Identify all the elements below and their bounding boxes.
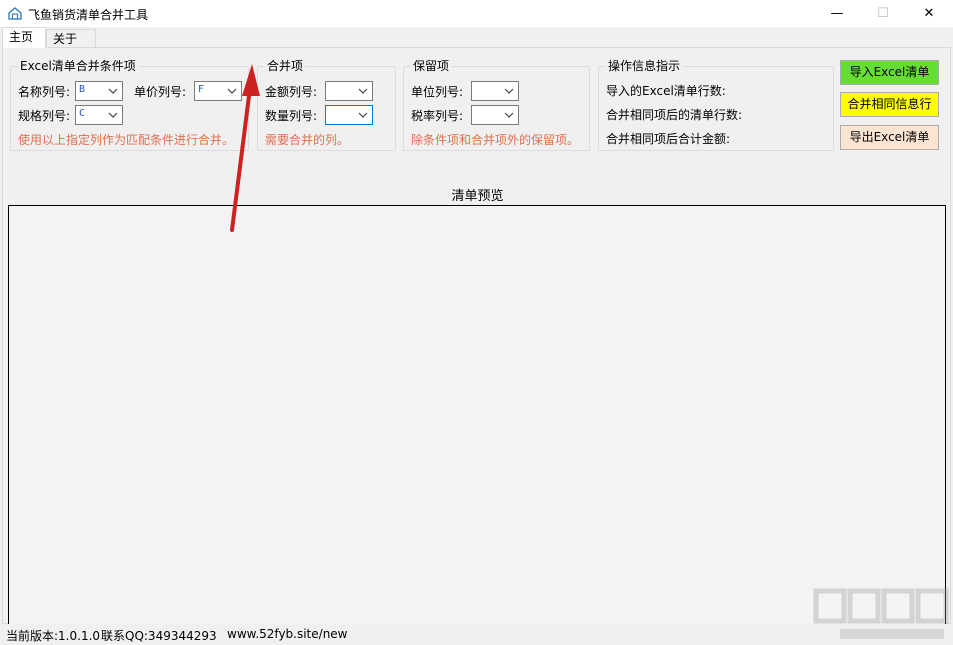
amount-col-label: 金额列号:: [265, 83, 317, 100]
tax-col-select[interactable]: [471, 105, 519, 125]
title-bar: 飞鱼销货清单合并工具 — ☐ ✕: [0, 0, 953, 27]
qty-col-select[interactable]: [325, 105, 373, 125]
qty-col-label: 数量列号:: [265, 107, 317, 124]
qq-text: 联系QQ:349344293: [101, 627, 217, 644]
spec-col-label: 规格列号:: [18, 107, 70, 124]
match-hint: 使用以上指定列作为匹配条件进行合并。: [18, 131, 234, 148]
chevron-down-icon: [108, 109, 118, 121]
version-text: 当前版本:1.0.1.0: [6, 627, 100, 644]
name-col-label: 名称列号:: [18, 83, 70, 100]
home-tab-panel: Excel清单合并条件项 名称列号: B 单价列号: F 规格列号: C 使用以…: [2, 47, 951, 624]
imported-rows-label: 导入的Excel清单行数:: [606, 82, 726, 99]
import-excel-button[interactable]: 导入Excel清单: [840, 60, 939, 85]
spec-col-select[interactable]: C: [75, 105, 123, 125]
merged-total-label: 合并相同项后合计金额:: [606, 130, 730, 147]
tab-about[interactable]: 关于: [46, 29, 96, 48]
window-title: 飞鱼销货清单合并工具: [28, 6, 148, 23]
operation-info-group: 操作信息指示 导入的Excel清单行数: 合并相同项后的清单行数: 合并相同项后…: [598, 66, 834, 151]
tab-home[interactable]: 主页: [2, 27, 46, 48]
price-col-select[interactable]: F: [194, 81, 242, 101]
watermark-logo: [810, 585, 950, 643]
chevron-down-icon: [108, 85, 118, 97]
keep-hint: 除条件项和合并项外的保留项。: [411, 131, 579, 148]
tax-col-label: 税率列号:: [411, 107, 463, 124]
merge-hint: 需要合并的列。: [265, 131, 349, 148]
chevron-down-icon: [504, 109, 514, 121]
maximize-button[interactable]: ☐: [860, 0, 906, 27]
price-col-label: 单价列号:: [134, 83, 186, 100]
spec-col-value: C: [79, 108, 85, 119]
export-excel-button[interactable]: 导出Excel清单: [840, 125, 939, 150]
merge-rows-button[interactable]: 合并相同信息行: [840, 92, 939, 117]
merge-items-legend: 合并项: [265, 59, 305, 73]
match-conditions-legend: Excel清单合并条件项: [18, 59, 138, 73]
website-link[interactable]: www.52fyb.site/new: [227, 627, 348, 641]
price-col-value: F: [198, 84, 204, 95]
app-icon: [7, 6, 23, 22]
tab-strip: 主页 关于: [0, 27, 953, 47]
close-button[interactable]: ✕: [906, 0, 952, 27]
chevron-down-icon: [227, 85, 237, 97]
preview-grid[interactable]: [8, 205, 946, 636]
chevron-down-icon: [358, 85, 368, 97]
unit-col-label: 单位列号:: [411, 83, 463, 100]
operation-info-legend: 操作信息指示: [606, 59, 682, 73]
merge-items-group: 合并项 金额列号: 数量列号: 需要合并的列。: [257, 66, 396, 151]
merged-rows-label: 合并相同项后的清单行数:: [606, 106, 742, 123]
chevron-down-icon: [504, 85, 514, 97]
amount-col-select[interactable]: [325, 81, 373, 101]
name-col-value: B: [79, 84, 85, 95]
keep-items-group: 保留项 单位列号: 税率列号: 除条件项和合并项外的保留项。: [403, 66, 590, 151]
match-conditions-group: Excel清单合并条件项 名称列号: B 单价列号: F 规格列号: C 使用以…: [10, 66, 249, 151]
name-col-select[interactable]: B: [75, 81, 123, 101]
client-area: 主页 关于 Excel清单合并条件项 名称列号: B 单价列号: F 规格列号:…: [0, 27, 953, 645]
preview-title: 清单预览: [3, 185, 952, 204]
keep-items-legend: 保留项: [411, 59, 451, 73]
minimize-button[interactable]: —: [814, 0, 860, 27]
chevron-down-icon: [358, 109, 368, 121]
unit-col-select[interactable]: [471, 81, 519, 101]
